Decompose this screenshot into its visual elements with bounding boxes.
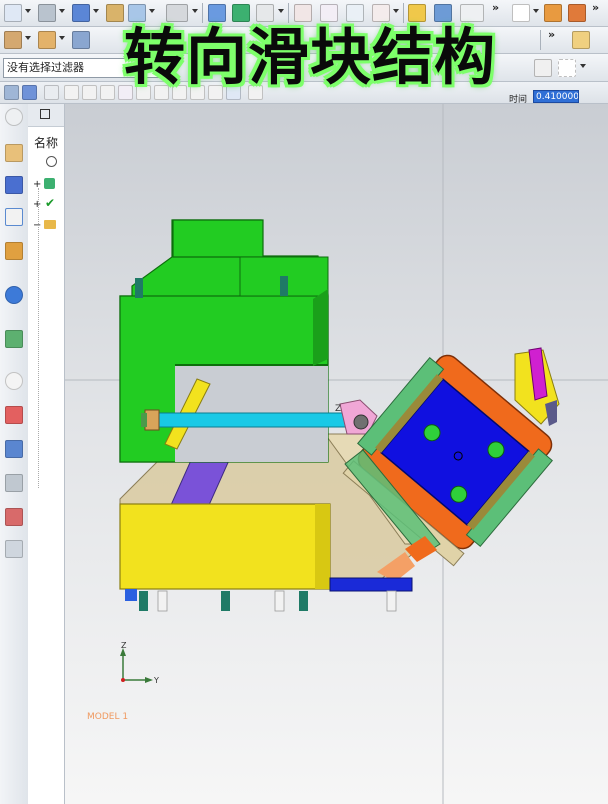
more-chevron-icon[interactable]: » — [492, 1, 499, 14]
white-pin — [157, 590, 168, 612]
dropdown-arrow[interactable] — [59, 9, 65, 13]
dropdown-arrow[interactable] — [278, 9, 284, 13]
dropdown-arrow[interactable] — [25, 9, 31, 13]
teal-pin — [221, 591, 230, 611]
triad-y-label: Y — [153, 676, 159, 685]
teal-pin — [280, 276, 288, 296]
dropdown-arrow[interactable] — [533, 9, 539, 13]
model-label: MODEL 1 — [87, 712, 128, 722]
white-pin — [386, 590, 397, 612]
assembly-navigator-icon[interactable] — [5, 144, 23, 162]
overlay-title: 转向滑块结构 — [123, 22, 496, 93]
blue-foot — [125, 589, 137, 601]
check-icon[interactable]: ✔ — [45, 196, 55, 210]
more-chevron-icon[interactable]: » — [592, 1, 599, 14]
part-navigator-icon[interactable] — [5, 208, 23, 226]
history-icon[interactable] — [5, 372, 23, 390]
dropdown-arrow[interactable] — [59, 36, 65, 40]
sketch-icon[interactable] — [38, 4, 56, 22]
green-block-top — [172, 219, 264, 258]
navigator-header — [28, 104, 64, 127]
graphics-viewport[interactable]: Z Z Y MODEL 1 — [65, 104, 608, 804]
teal-pin — [135, 278, 143, 298]
panel-toggle-icon[interactable] — [40, 109, 50, 119]
selection-box-icon[interactable] — [558, 59, 576, 77]
layer-icon[interactable] — [22, 85, 37, 100]
cap-screw — [545, 400, 557, 426]
yellow-base-side — [315, 504, 330, 589]
yellow-base-block — [119, 503, 331, 590]
rod-end — [141, 413, 147, 427]
model-views-icon[interactable] — [44, 178, 55, 189]
settings-icon[interactable] — [5, 108, 23, 126]
select-icon[interactable] — [4, 4, 22, 22]
snap-grid-icon[interactable] — [44, 85, 59, 100]
constraint-navigator-icon[interactable] — [5, 176, 23, 194]
rod-pivot — [353, 414, 369, 430]
web-browser-icon[interactable] — [5, 330, 23, 348]
triad-z-label: Z — [121, 641, 127, 650]
dropdown-arrow[interactable] — [393, 9, 399, 13]
guide-rod — [152, 412, 354, 428]
part-icon[interactable] — [4, 31, 22, 49]
teal-pin — [299, 591, 308, 611]
material-icon[interactable] — [568, 4, 586, 22]
process-studio-icon[interactable] — [5, 540, 23, 558]
hd3d-tools-icon[interactable] — [5, 286, 23, 304]
dropdown-arrow[interactable] — [580, 64, 586, 68]
point-label: Z — [335, 404, 341, 414]
resource-bar — [0, 104, 29, 804]
green-block-side — [313, 289, 328, 366]
part-navigator-panel: 名称 + + ✔ − — [28, 104, 65, 804]
reuse-library-icon[interactable] — [5, 242, 23, 260]
model-canvas[interactable]: Z Z Y MODEL 1 — [65, 104, 608, 804]
white-pin — [274, 590, 285, 612]
palette-icon[interactable] — [5, 406, 23, 424]
dropdown-arrow[interactable] — [192, 9, 198, 13]
motion-icon[interactable] — [572, 31, 590, 49]
teal-pin — [139, 591, 148, 611]
triad-origin — [121, 678, 125, 682]
history-mode-icon[interactable] — [46, 156, 57, 167]
dropdown-arrow[interactable] — [93, 9, 99, 13]
system-material-icon[interactable] — [5, 508, 23, 526]
simulation-icon[interactable] — [5, 474, 23, 492]
motion-navigator-icon[interactable] — [5, 440, 23, 458]
assembly-icon[interactable] — [38, 31, 56, 49]
dropdown-arrow[interactable] — [25, 36, 31, 40]
view-orient-icon[interactable] — [4, 85, 19, 100]
dropdown-arrow[interactable] — [149, 9, 155, 13]
column-header-name[interactable]: 名称 — [34, 134, 58, 151]
blue-plate — [329, 577, 413, 592]
rod-nut — [144, 409, 160, 431]
folder-icon[interactable] — [44, 220, 56, 229]
